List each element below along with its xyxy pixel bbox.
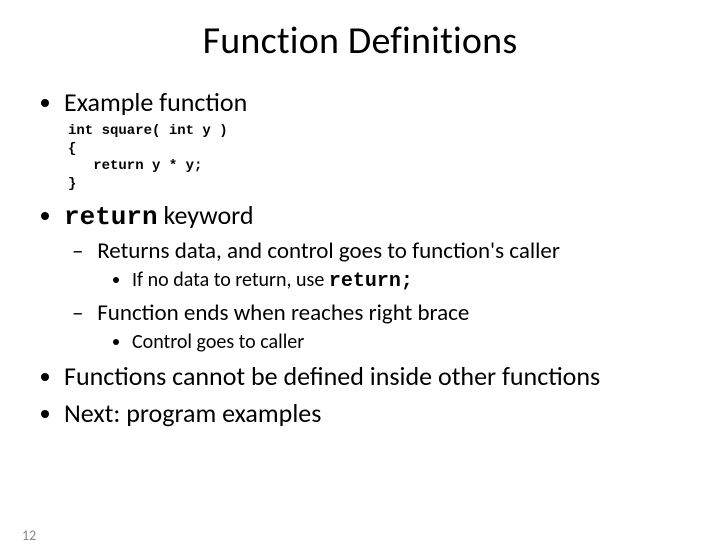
keyword-return: return bbox=[64, 202, 158, 232]
bullet-text: Returns data, and control goes to functi… bbox=[97, 237, 560, 265]
list-item: Example function int square( int y ) { r… bbox=[64, 86, 660, 193]
keyword-return-semi: return; bbox=[329, 270, 413, 293]
list-item: Next: program examples bbox=[64, 397, 660, 430]
bullet-list-level3: Control goes to caller bbox=[132, 330, 660, 356]
bullet-list-level3: If no data to return, use return; bbox=[132, 268, 660, 295]
list-item: If no data to return, use return; bbox=[132, 268, 660, 295]
list-item: Control goes to caller bbox=[132, 330, 660, 356]
page-number: 12 bbox=[22, 527, 36, 544]
bullet-text: Function ends when reaches right brace bbox=[97, 299, 469, 327]
bullet-text: keyword bbox=[158, 199, 254, 231]
bullet-text: Next: program examples bbox=[64, 397, 321, 429]
bullet-text: If no data to return, use bbox=[132, 268, 329, 292]
bullet-text: Example function bbox=[64, 86, 247, 118]
list-item: Function ends when reaches right brace C… bbox=[92, 299, 660, 356]
bullet-list-level1: Example function int square( int y ) { r… bbox=[36, 86, 720, 430]
list-item: Returns data, and control goes to functi… bbox=[92, 237, 660, 295]
list-item: Functions cannot be defined inside other… bbox=[64, 360, 660, 393]
bullet-list-level2: Returns data, and control goes to functi… bbox=[92, 237, 660, 356]
slide: Function Definitions Example function in… bbox=[0, 18, 720, 558]
page-title: Function Definitions bbox=[0, 18, 720, 64]
bullet-text: Control goes to caller bbox=[132, 330, 304, 354]
bullet-text: Functions cannot be defined inside other… bbox=[64, 360, 600, 392]
list-item: return keyword Returns data, and control… bbox=[64, 199, 660, 355]
code-block: int square( int y ) { return y * y; } bbox=[68, 123, 660, 193]
